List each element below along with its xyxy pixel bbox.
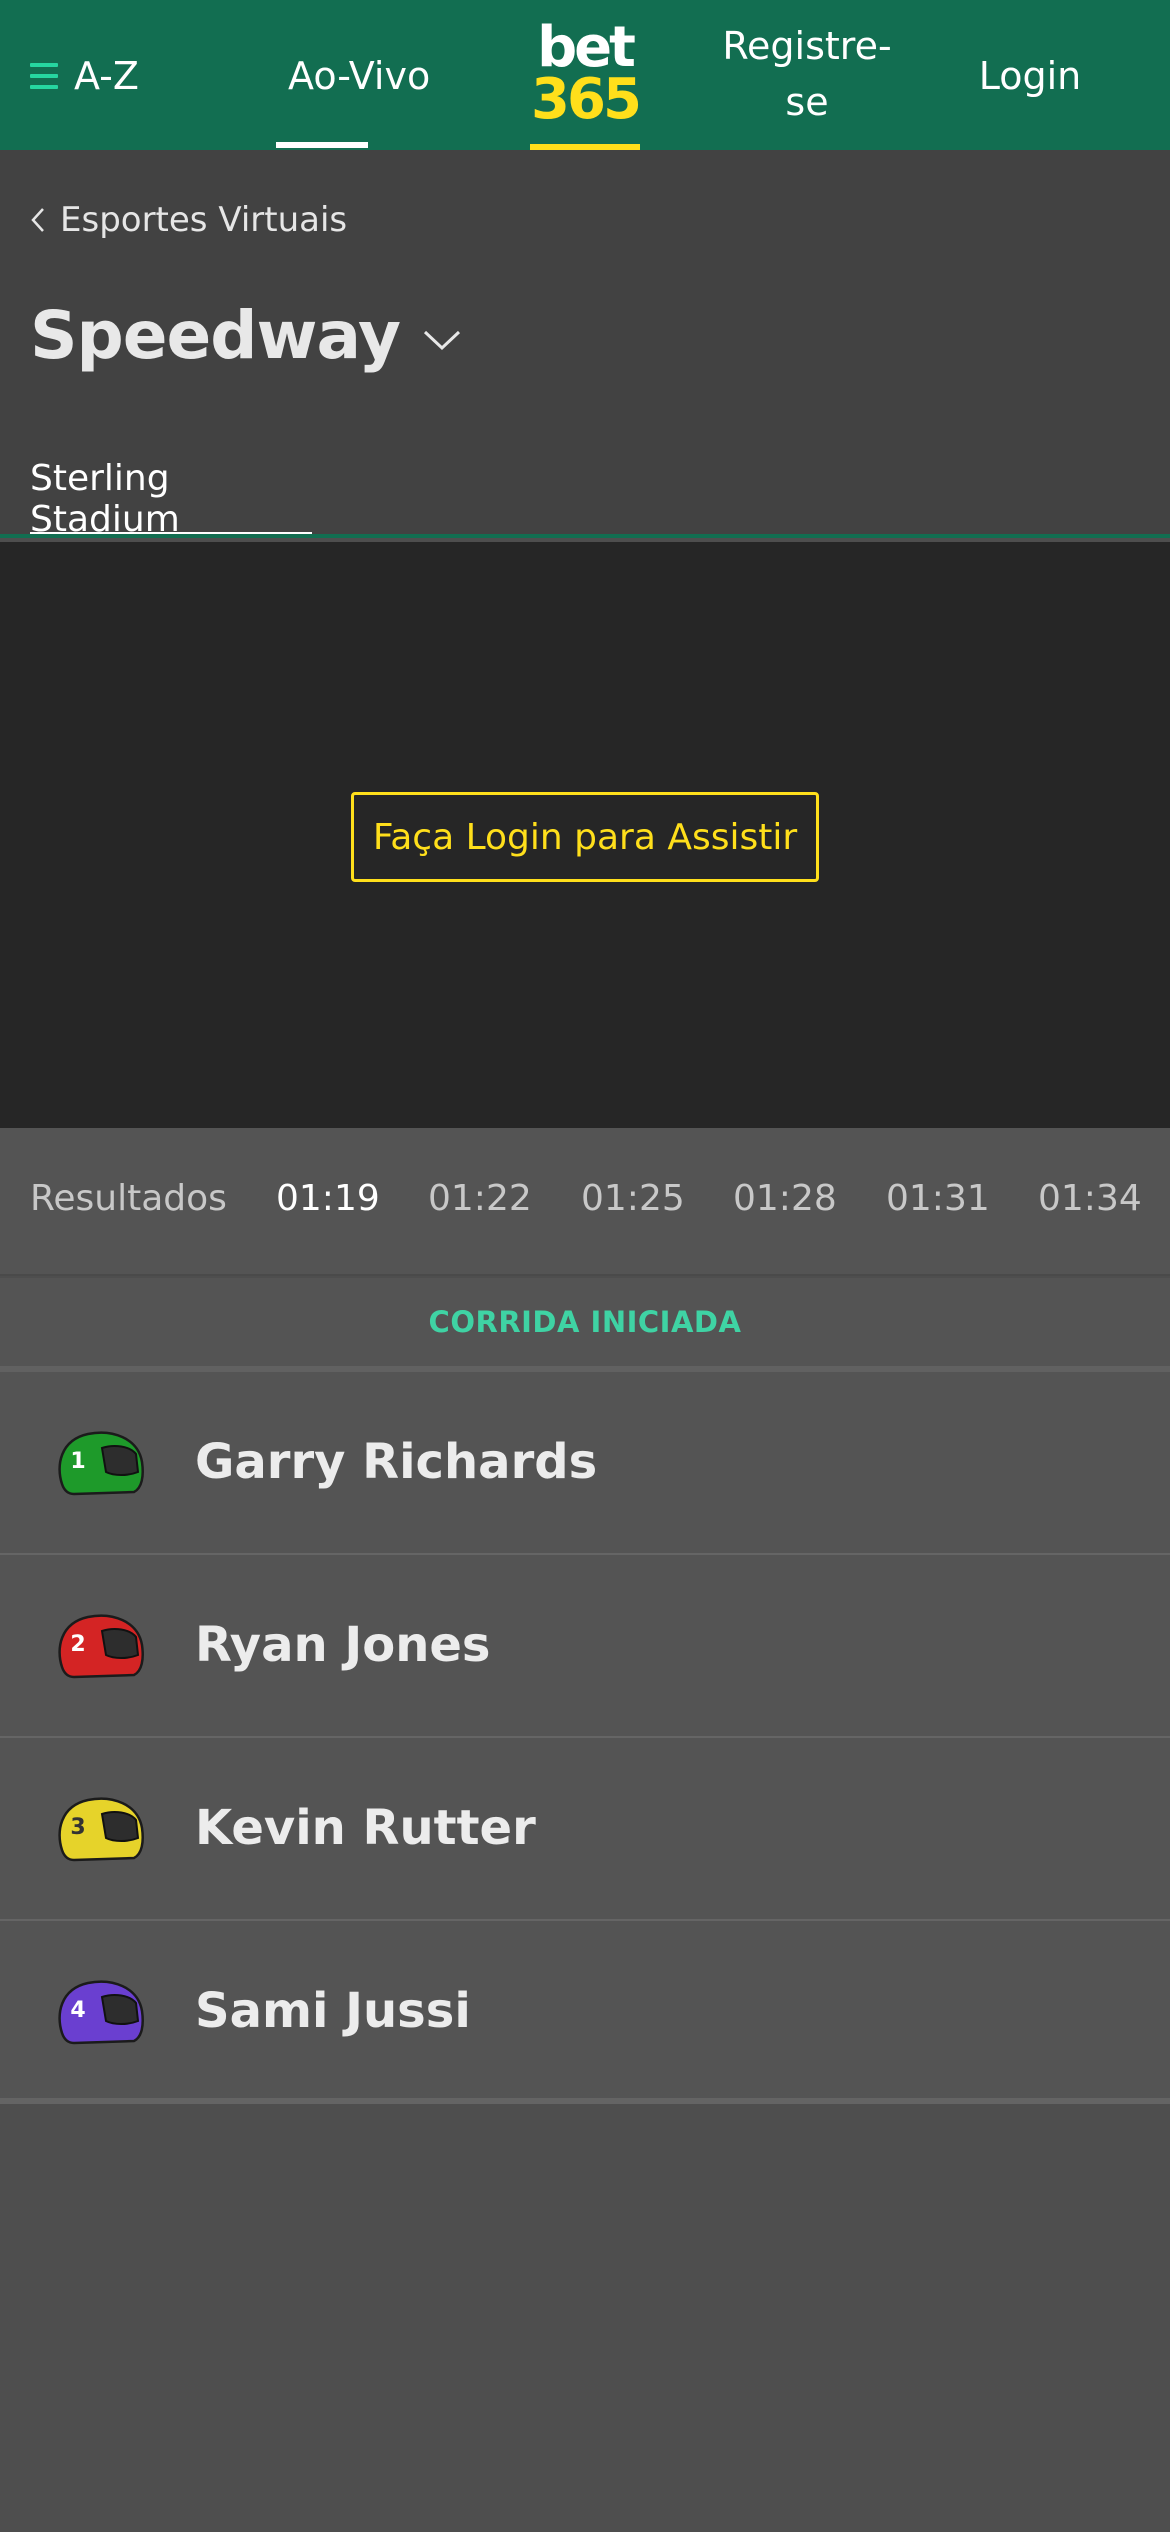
header-divider [0, 534, 1170, 538]
top-nav-bar: A-Z Ao-Vivo bet 365 Registre- se Login [0, 0, 1170, 150]
helmet-icon: 4 [58, 1980, 144, 2045]
rider-name: Sami Jussi [195, 1983, 471, 2039]
rider-row[interactable]: 4 Sami Jussi [0, 1921, 1170, 2104]
rider-row[interactable]: 3 Kevin Rutter [0, 1738, 1170, 1921]
helmet-number: 2 [70, 1632, 85, 1657]
helmet-icon: 3 [58, 1797, 144, 1862]
rider-name: Kevin Rutter [195, 1800, 536, 1856]
active-time-underline [276, 142, 368, 148]
helmet-number: 4 [70, 1998, 85, 2023]
bet365-logo[interactable]: bet 365 [530, 20, 642, 150]
register-label-line1: Registre- [722, 24, 892, 68]
live-link[interactable]: Ao-Vivo [288, 48, 430, 104]
tab-time-0125[interactable]: 01:25 [581, 1178, 685, 1228]
az-menu-button[interactable]: A-Z [30, 48, 139, 104]
breadcrumb-label: Esportes Virtuais [60, 200, 348, 240]
breadcrumb[interactable]: Esportes Virtuais [30, 198, 347, 242]
rider-name: Ryan Jones [195, 1617, 491, 1673]
video-player-area: Faça Login para Assistir [0, 542, 1170, 1128]
rider-name: Garry Richards [195, 1434, 598, 1490]
tab-time-0119[interactable]: 01:19 [276, 1178, 380, 1228]
login-link[interactable]: Login [960, 48, 1100, 104]
register-link[interactable]: Registre- se [712, 18, 902, 130]
rider-row[interactable]: 2 Ryan Jones [0, 1555, 1170, 1738]
tab-results[interactable]: Resultados [30, 1178, 227, 1228]
rider-list: 1 Garry Richards 2 Ryan Jones 3 Kevin Ru… [0, 1372, 1170, 2104]
helmet-icon: 1 [58, 1431, 144, 1496]
list-end-divider [0, 2098, 1170, 2104]
page-title: Speedway [30, 296, 401, 374]
login-to-watch-button[interactable]: Faça Login para Assistir [351, 792, 819, 882]
chevron-left-icon [31, 208, 44, 232]
venue-tab-label: Sterling Stadium [30, 458, 180, 540]
helmet-number: 1 [70, 1449, 85, 1474]
az-label: A-Z [74, 54, 139, 98]
hamburger-icon [30, 63, 58, 89]
helmet-number: 3 [70, 1815, 85, 1840]
rider-row[interactable]: 1 Garry Richards [0, 1372, 1170, 1555]
page-header: Esportes Virtuais Speedway Sterling Stad… [0, 150, 1170, 540]
tab-time-0134[interactable]: 01:34 [1038, 1178, 1142, 1228]
race-status: CORRIDA INICIADA [0, 1278, 1170, 1366]
tab-time-0131[interactable]: 01:31 [886, 1178, 990, 1228]
chevron-down-icon [424, 330, 461, 351]
logo-text-365: 365 [531, 67, 642, 132]
tab-time-0128[interactable]: 01:28 [733, 1178, 837, 1228]
race-times-bar: Resultados 01:19 01:22 01:25 01:28 01:31… [0, 1128, 1170, 1276]
tab-sterling-stadium[interactable]: Sterling Stadium [30, 452, 312, 540]
tab-time-0122[interactable]: 01:22 [428, 1178, 532, 1228]
sport-selector[interactable]: Speedway [30, 292, 462, 378]
register-label-line2: se [785, 80, 829, 124]
helmet-icon: 2 [58, 1614, 144, 1679]
